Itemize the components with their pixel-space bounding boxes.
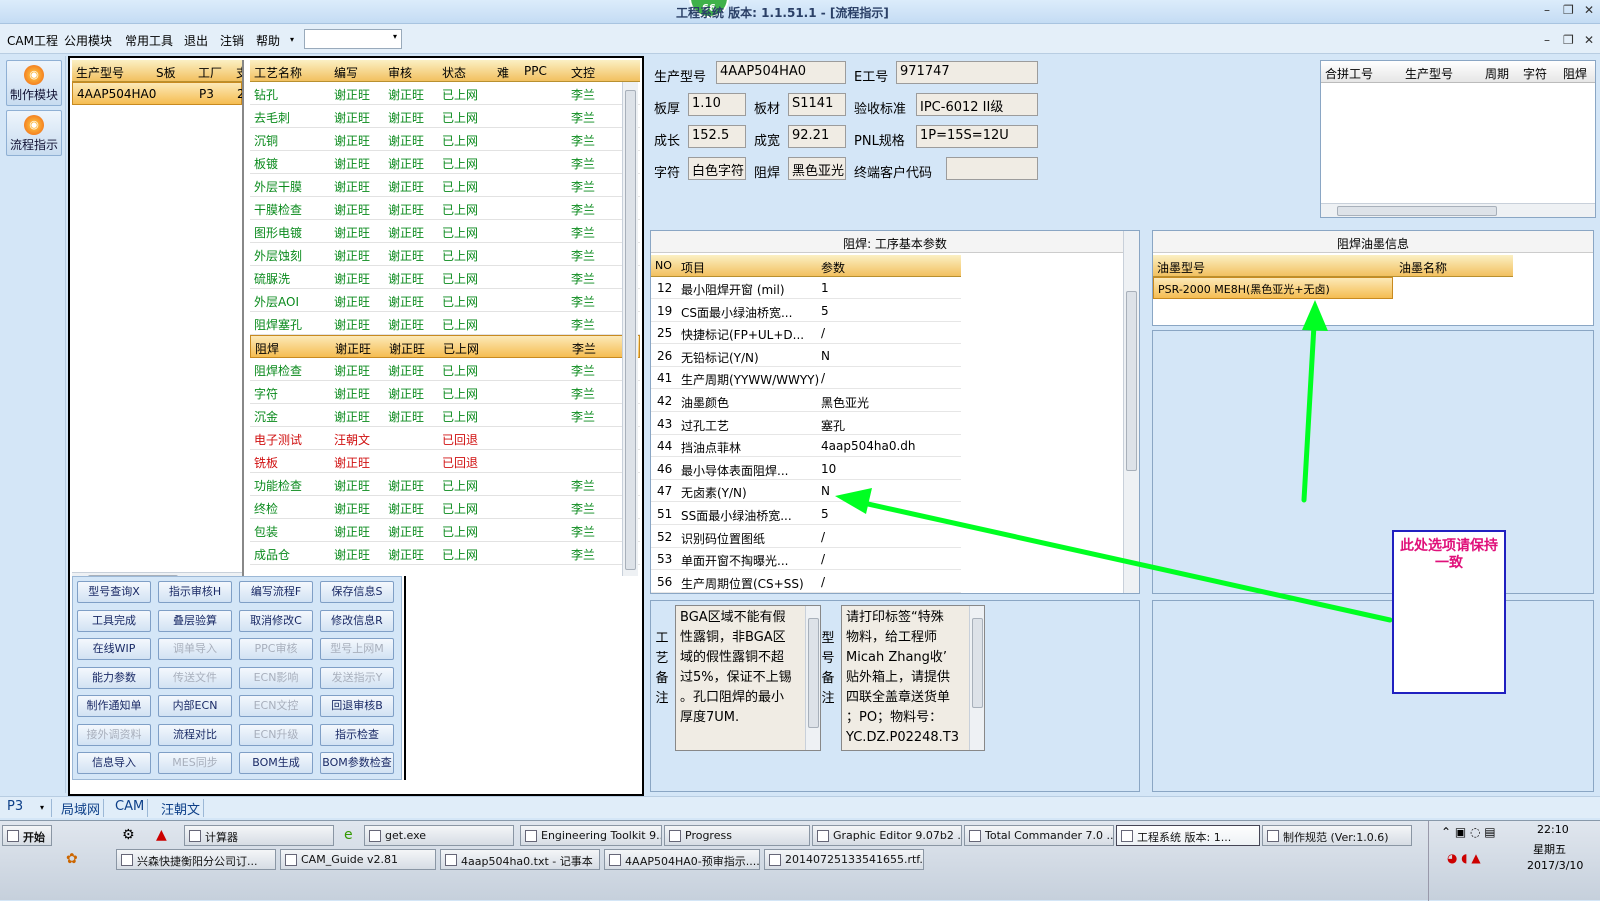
app-icon (1267, 830, 1279, 842)
taskbar-label: Graphic Editor 9.07b2 ... (833, 829, 962, 842)
taskbar-label: 20140725133541655.rtf... (785, 853, 924, 866)
taskbar-button[interactable]: Graphic Editor 9.07b2 ... (812, 825, 962, 846)
taskbar-label: Total Commander 7.0 ... (985, 829, 1114, 842)
clock-date: 2017/3/10 (1527, 859, 1584, 872)
quicklaunch-icon[interactable]: ⚙ (122, 827, 135, 843)
app-icon (969, 830, 981, 842)
taskbar-label: 工程系统 版本: 1... (1137, 831, 1232, 844)
taskbar-button[interactable]: get.exe (364, 825, 514, 846)
apps-icon[interactable]: ✿ (66, 851, 78, 867)
arrow-to-halogen-free (847, 497, 1393, 623)
taskbar-label: CAM_Guide v2.81 (301, 853, 398, 866)
taskbar-button[interactable]: 制作规范 (Ver:1.0.6) (1262, 825, 1412, 846)
status-bar: P3 ▾ 局域网 CAM 汪朝文 (0, 796, 1600, 818)
taskbar-label: Engineering Toolkit 9.... (541, 829, 662, 842)
clock-time: 22:10 (1537, 823, 1569, 836)
arrowhead-left (835, 488, 872, 514)
taskbar-label: Progress (685, 829, 732, 842)
taskbar-button[interactable]: 20140725133541655.rtf... (764, 849, 924, 870)
tray-icons[interactable]: ⌃ ▣ ◌ ▤ (1441, 825, 1496, 839)
status-cam: CAM (112, 799, 149, 817)
app-icon (369, 830, 381, 842)
tray-icons-2[interactable]: ◕ ◖ ▲ (1447, 851, 1481, 865)
app-icon (121, 854, 133, 866)
start-button[interactable]: 开始 (2, 825, 52, 846)
taskbar-button[interactable]: 4AAP504HA0-预审指示.... (604, 849, 760, 870)
app-icon (817, 830, 829, 842)
app-icon (669, 830, 681, 842)
arrowhead-up (1302, 300, 1328, 331)
taskbar-label: 制作规范 (Ver:1.0.6) (1283, 831, 1389, 844)
taskbar-label: get.exe (385, 829, 427, 842)
taskbar-button[interactable]: 工程系统 版本: 1... (1116, 825, 1260, 846)
taskbar-button[interactable]: 计算器 (184, 825, 334, 846)
taskbar-button[interactable]: CAM_Guide v2.81 (280, 849, 436, 870)
app-icon (769, 854, 781, 866)
taskbar-button[interactable]: 兴森快捷衡阳分公司订... (116, 849, 276, 870)
status-user: 汪朝文 (158, 799, 205, 818)
taskbar-label: 4aap504ha0.txt - 记事本 (461, 855, 593, 868)
start-label: 开始 (23, 831, 45, 844)
taskbar-label: 兴森快捷衡阳分公司订... (137, 855, 258, 868)
arrow-to-ink-type (1301, 322, 1317, 503)
taskbar: 开始 ⚙ ▲ ✿ e 计算器 get.exe Engineering Toolkit… (0, 820, 1600, 901)
taskbar-button[interactable]: Total Commander 7.0 ... (964, 825, 1114, 846)
app-icon (445, 854, 457, 866)
system-tray: ⌃ ▣ ◌ ▤ ◕ ◖ ▲ 22:10 星期五 2017/3/10 (1428, 821, 1600, 901)
chevron-down-icon[interactable]: ▾ (40, 803, 44, 812)
annotation-note: 此处选项请保持一致 (1392, 530, 1506, 694)
app-icon (1121, 830, 1133, 842)
status-factory[interactable]: P3 (4, 799, 52, 817)
pdf-icon[interactable]: ▲ (156, 827, 167, 843)
windows-icon (7, 830, 19, 842)
app-icon (285, 854, 297, 866)
app-icon (609, 854, 621, 866)
taskbar-button[interactable]: Engineering Toolkit 9.... (520, 825, 662, 846)
clock-weekday: 星期五 (1533, 843, 1566, 856)
app-icon (189, 830, 201, 842)
taskbar-button[interactable]: Progress (664, 825, 810, 846)
taskbar-button[interactable]: 4aap504ha0.txt - 记事本 (440, 849, 600, 870)
status-network: 局域网 (58, 799, 105, 818)
annotation-arrows (835, 300, 1393, 623)
taskbar-label: 4AAP504HA0-预审指示.... (625, 855, 760, 868)
taskbar-label: 计算器 (205, 831, 238, 844)
app-icon (525, 830, 537, 842)
browser-icon[interactable]: e (344, 827, 353, 843)
